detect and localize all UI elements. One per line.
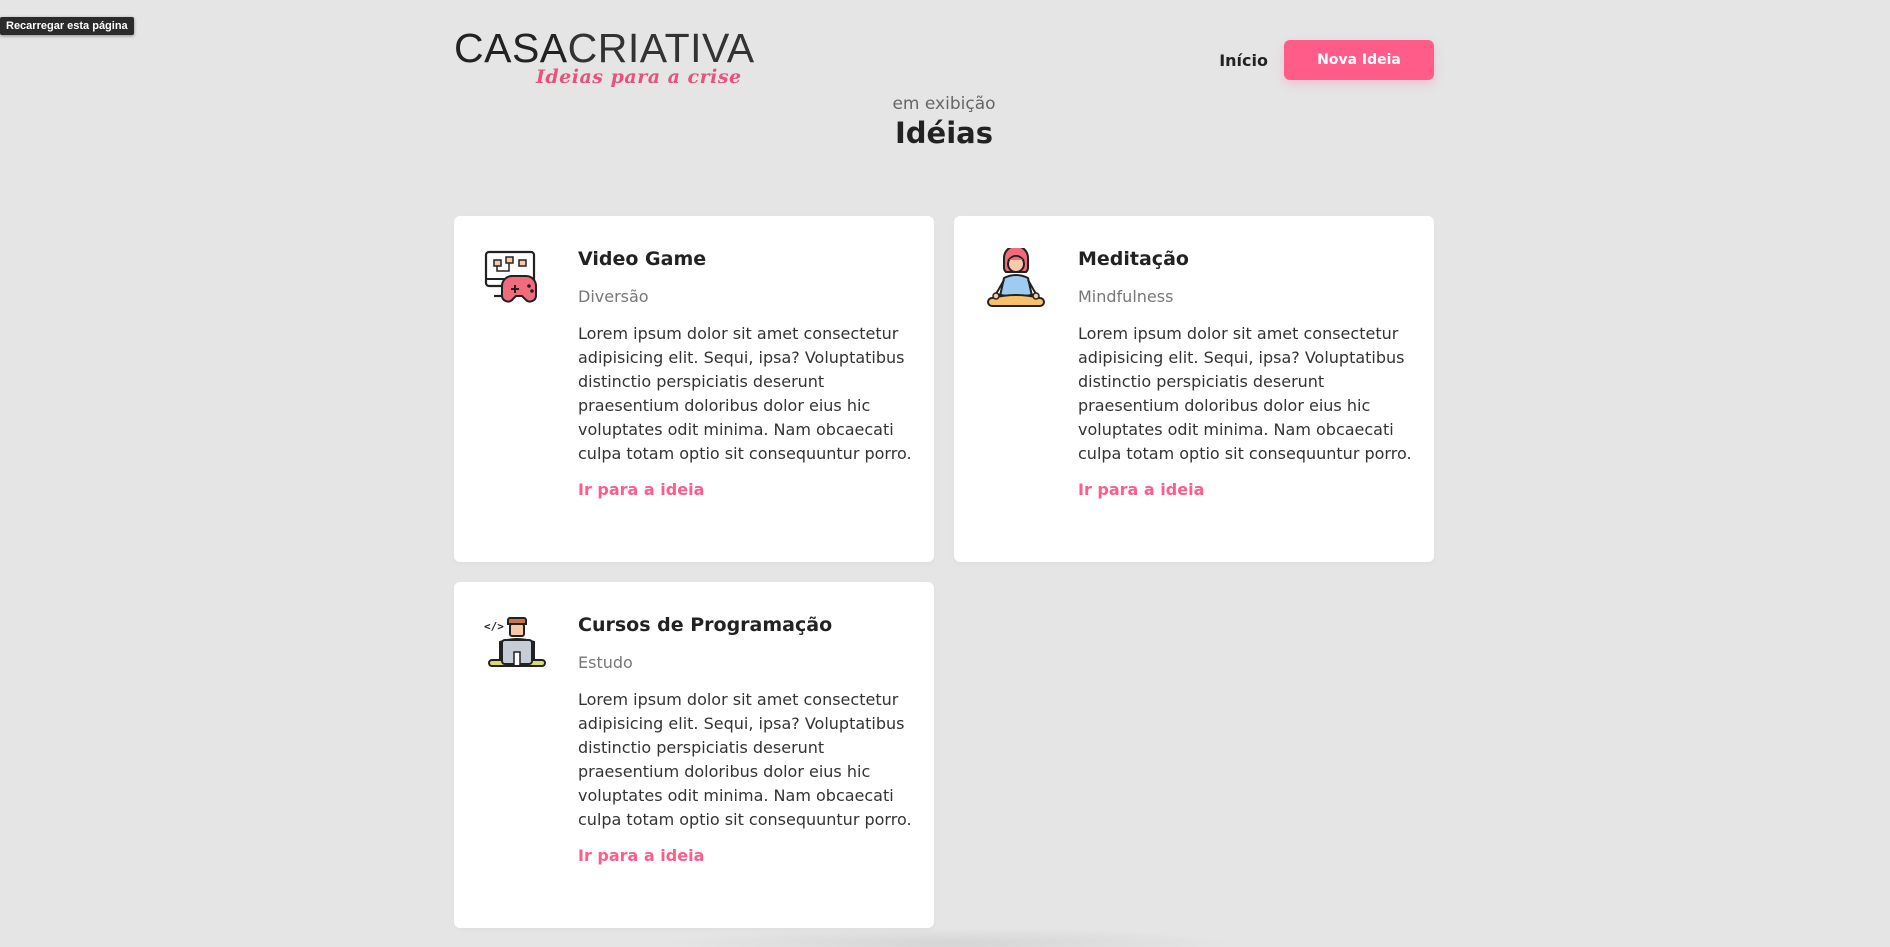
- idea-card-content: Cursos de Programação Estudo Lorem ipsum…: [578, 614, 918, 865]
- go-to-idea-link[interactable]: Ir para a ideia: [578, 480, 918, 499]
- idea-description: Lorem ipsum dolor sit amet consectetur a…: [1078, 323, 1412, 463]
- video-game-icon: [484, 248, 548, 312]
- logo-wordmark: CASACRIATIVA: [454, 28, 754, 69]
- section-title: Idéias: [895, 116, 993, 150]
- idea-card-content: Meditação Mindfulness Lorem ipsum dolor …: [1078, 248, 1418, 499]
- meditation-icon: [984, 245, 1048, 312]
- site-header: CASACRIATIVA Ideias para a crise Início …: [454, 0, 1434, 100]
- logo-wordmark-criativa: CRIATIVA: [567, 25, 755, 71]
- bottom-shadow: [660, 928, 1240, 947]
- idea-card-content: Video Game Diversão Lorem ipsum dolor si…: [578, 248, 918, 499]
- go-to-idea-link[interactable]: Ir para a ideia: [1078, 480, 1418, 499]
- reload-page-tooltip: Recarregar esta página: [0, 17, 134, 35]
- idea-card: </> Cursos de Programação Estudo Lorem i…: [454, 582, 934, 928]
- idea-category: Mindfulness: [1078, 286, 1174, 306]
- new-idea-button[interactable]: Nova Ideia: [1284, 40, 1434, 80]
- idea-category: Diversão: [578, 286, 649, 306]
- idea-description: Lorem ipsum dolor sit amet consectetur a…: [578, 689, 912, 829]
- programming-course-icon: </>: [484, 614, 548, 678]
- main-nav: Início Nova Ideia: [1219, 40, 1434, 80]
- section-heading: em exibição Idéias: [454, 94, 1434, 150]
- idea-title: Cursos de Programação: [578, 614, 833, 636]
- idea-title: Meditação: [1078, 248, 1189, 270]
- page-container: CASACRIATIVA Ideias para a crise Início …: [454, 0, 1434, 928]
- idea-card: Video Game Diversão Lorem ipsum dolor si…: [454, 216, 934, 562]
- idea-description: Lorem ipsum dolor sit amet consectetur a…: [578, 323, 912, 463]
- section-subtitle: em exibição: [892, 94, 996, 114]
- go-to-idea-link[interactable]: Ir para a ideia: [578, 846, 918, 865]
- idea-title: Video Game: [578, 248, 707, 270]
- idea-card: Meditação Mindfulness Lorem ipsum dolor …: [954, 216, 1434, 562]
- idea-category: Estudo: [578, 652, 633, 672]
- nav-home-link[interactable]: Início: [1219, 51, 1268, 70]
- logo-wordmark-casa: CASA: [454, 25, 568, 71]
- site-logo[interactable]: CASACRIATIVA Ideias para a crise: [454, 28, 754, 92]
- logo-tagline: Ideias para a crise: [536, 66, 742, 88]
- svg-text:</>: </>: [484, 620, 504, 633]
